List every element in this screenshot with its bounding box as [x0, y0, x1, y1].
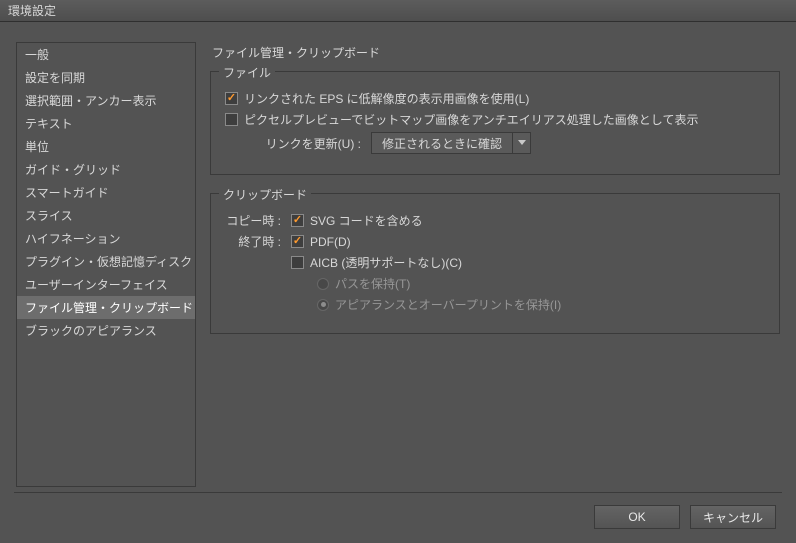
sidebar-item[interactable]: プラグイン・仮想記憶ディスク	[17, 250, 195, 273]
sidebar-item[interactable]: スマートガイド	[17, 181, 195, 204]
cancel-button[interactable]: キャンセル	[690, 505, 776, 529]
update-links-label: リンクを更新(U) :	[225, 135, 365, 152]
pdf-checkbox[interactable]	[291, 235, 304, 248]
sidebar-item[interactable]: 選択範囲・アンカー表示	[17, 89, 195, 112]
file-section: ファイル リンクされた EPS に低解像度の表示用画像を使用(L) ピクセルプレ…	[210, 71, 780, 175]
pdf-label: PDF(D)	[310, 235, 351, 249]
sidebar-item[interactable]: テキスト	[17, 112, 195, 135]
window-titlebar: 環境設定	[0, 0, 796, 22]
divider	[14, 492, 782, 493]
sidebar-item[interactable]: スライス	[17, 204, 195, 227]
aicb-label: AICB (透明サポートなし)(C)	[310, 254, 462, 271]
sidebar-item[interactable]: ファイル管理・クリップボード	[17, 296, 195, 319]
update-links-select[interactable]: 修正されるときに確認	[371, 132, 531, 154]
window-title: 環境設定	[8, 4, 56, 18]
svg-code-label: SVG コードを含める	[310, 212, 423, 229]
keep-appearance-label: アピアランスとオーバープリントを保持(I)	[335, 296, 561, 313]
keep-path-radio	[317, 278, 329, 290]
sidebar-item[interactable]: ガイド・グリッド	[17, 158, 195, 181]
dropdown-button[interactable]	[512, 133, 530, 153]
sidebar-item[interactable]: 単位	[17, 135, 195, 158]
dialog-buttons: OK キャンセル	[594, 505, 776, 529]
sidebar-item[interactable]: ブラックのアピアランス	[17, 319, 195, 342]
file-section-legend: ファイル	[219, 64, 275, 81]
pixel-preview-aa-checkbox[interactable]	[225, 113, 238, 126]
clipboard-section-legend: クリップボード	[219, 186, 311, 203]
dialog-body: 一般設定を同期選択範囲・アンカー表示テキスト単位ガイド・グリッドスマートガイドス…	[0, 22, 796, 543]
chevron-down-icon	[518, 140, 526, 146]
use-low-res-eps-label: リンクされた EPS に低解像度の表示用画像を使用(L)	[244, 90, 529, 107]
page-title: ファイル管理・クリップボード	[210, 42, 780, 71]
keep-appearance-radio	[317, 299, 329, 311]
main-panel: ファイル管理・クリップボード ファイル リンクされた EPS に低解像度の表示用…	[210, 42, 780, 487]
quit-label: 終了時 :	[225, 233, 285, 250]
sidebar-item[interactable]: ハイフネーション	[17, 227, 195, 250]
pixel-preview-aa-label: ピクセルプレビューでビットマップ画像をアンチエイリアス処理した画像として表示	[244, 111, 698, 128]
category-sidebar: 一般設定を同期選択範囲・アンカー表示テキスト単位ガイド・グリッドスマートガイドス…	[16, 42, 196, 487]
keep-path-label: パスを保持(T)	[335, 275, 410, 292]
ok-button[interactable]: OK	[594, 505, 680, 529]
update-links-value: 修正されるときに確認	[372, 135, 512, 152]
svg-code-checkbox[interactable]	[291, 214, 304, 227]
sidebar-item[interactable]: 設定を同期	[17, 66, 195, 89]
sidebar-item[interactable]: 一般	[17, 43, 195, 66]
copy-label: コピー時 :	[225, 212, 285, 229]
aicb-checkbox[interactable]	[291, 256, 304, 269]
sidebar-item[interactable]: ユーザーインターフェイス	[17, 273, 195, 296]
use-low-res-eps-checkbox[interactable]	[225, 92, 238, 105]
clipboard-section: クリップボード コピー時 : SVG コードを含める 終了時 : PDF(D) …	[210, 193, 780, 334]
